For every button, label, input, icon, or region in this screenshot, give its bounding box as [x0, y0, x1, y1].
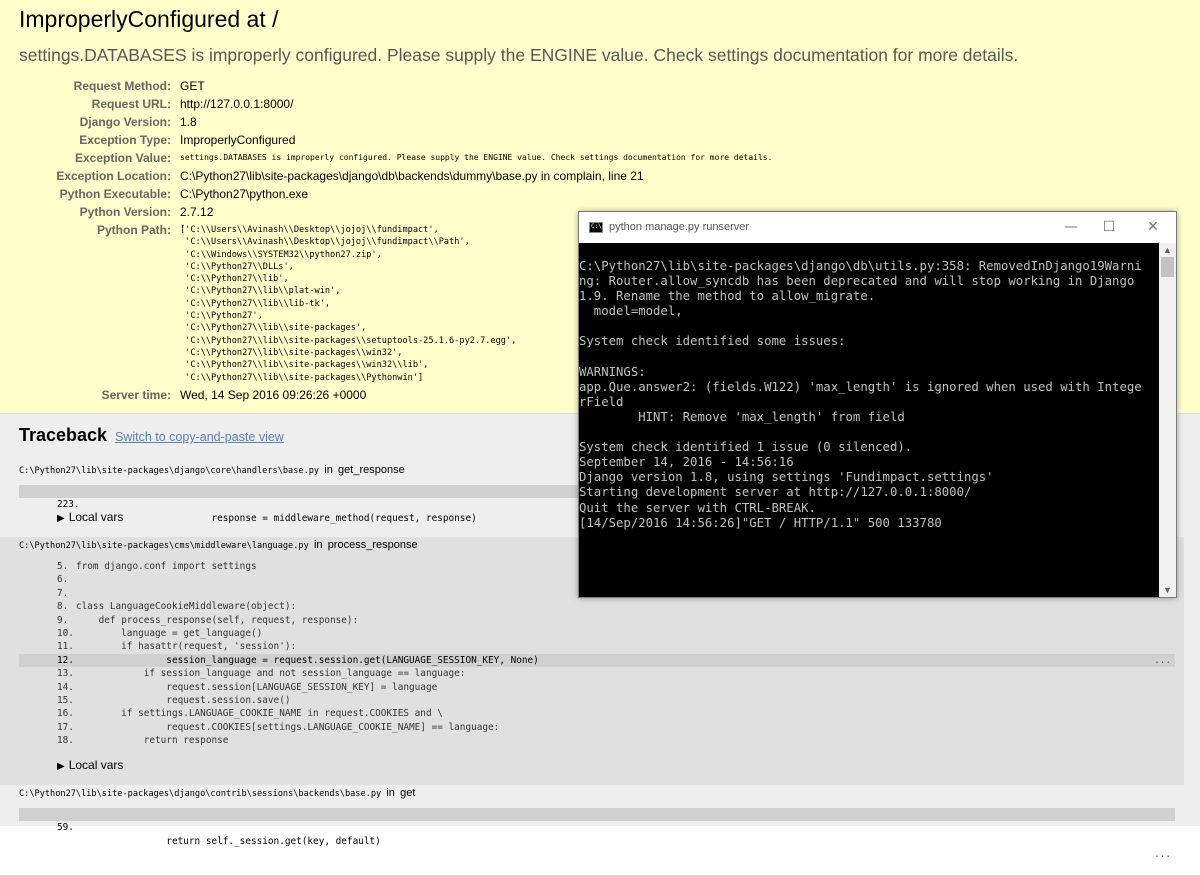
- line-number: 18.: [57, 735, 74, 747]
- meta-key: Request URL:: [91, 97, 171, 111]
- meta-value: C:\Python27\python.exe: [180, 187, 309, 201]
- code-line[interactable]: 17. request.COOKIES[settings.LANGUAGE_CO…: [19, 721, 1175, 734]
- close-button[interactable]: ✕: [1141, 216, 1165, 238]
- line-code: request.COOKIES[settings.LANGUAGE_COOKIE…: [76, 721, 500, 733]
- triangle-right-icon: ▶: [57, 761, 65, 772]
- python-path-value: ['C:\\Users\\Avinash\\Desktop\\jojoj\\fu…: [180, 225, 517, 383]
- line-code: def process_response(self, request, resp…: [76, 614, 359, 626]
- meta-value: settings.DATABASES is improperly configu…: [180, 153, 773, 162]
- line-number: 9.: [57, 614, 69, 626]
- triangle-right-icon: ▶: [57, 513, 65, 524]
- line-number: 5.: [57, 561, 69, 572]
- expand-dots[interactable]: ...: [1154, 848, 1171, 861]
- line-number: 15.: [57, 694, 74, 706]
- meta-key: Exception Location:: [56, 169, 171, 183]
- traceback-heading: Traceback: [19, 425, 108, 445]
- line-number: 59.: [57, 822, 74, 834]
- code-context[interactable]: 59. return self._session.get(key, defaul…: [19, 808, 1175, 860]
- console-window[interactable]: C:\ python manage.py runserver — ☐ ✕ C:\…: [578, 211, 1177, 598]
- meta-key: Python Version:: [79, 205, 171, 219]
- line-number: 7.: [57, 587, 69, 599]
- meta-key: Python Executable:: [59, 187, 171, 201]
- meta-key: Python Path:: [97, 223, 171, 237]
- meta-value: ImproperlyConfigured: [180, 133, 296, 147]
- scroll-thumb[interactable]: [1161, 257, 1174, 277]
- local-vars-toggle[interactable]: ▶ Local vars: [57, 758, 123, 772]
- code-line[interactable]: 10. language = get_language(): [19, 627, 1175, 640]
- meta-value: http://127.0.0.1:8000/: [180, 97, 294, 111]
- line-number: 17.: [57, 721, 74, 733]
- code-line-current[interactable]: 12. session_language = request.session.g…: [19, 653, 1175, 668]
- line-code: session_language = request.session.get(L…: [76, 654, 539, 666]
- code-line[interactable]: 13. if session_language and not session_…: [19, 667, 1175, 680]
- line-number: 8.: [57, 601, 69, 613]
- line-code: class LanguageCookieMiddleware(object):: [76, 601, 297, 613]
- local-vars-toggle[interactable]: ▶ Local vars: [57, 510, 123, 524]
- expand-dots[interactable]: ...: [1154, 654, 1171, 667]
- meta-value: C:\Python27\lib\site-packages\django\db\…: [180, 169, 644, 183]
- line-number: 16.: [57, 708, 74, 720]
- frame-in-word: in: [386, 787, 395, 799]
- line-number: 11.: [57, 641, 74, 653]
- meta-key: Server time:: [101, 388, 171, 402]
- meta-key: Exception Type:: [79, 133, 171, 147]
- meta-key: Exception Value:: [74, 151, 171, 165]
- meta-value: Wed, 14 Sep 2016 09:26:26 +0000: [180, 388, 367, 402]
- line-number: 12.: [57, 654, 74, 666]
- line-code: if session_language and not session_lang…: [76, 668, 466, 680]
- line-code: request.session.save(): [76, 694, 291, 706]
- code-line[interactable]: 18. return response: [19, 734, 1175, 747]
- frame-file: C:\Python27\lib\site-packages\cms\middle…: [19, 541, 309, 551]
- line-number: 10.: [57, 627, 74, 639]
- line-code: language = get_language(): [76, 627, 263, 639]
- line-code: return response: [76, 735, 229, 747]
- scroll-up-icon[interactable]: ▲: [1159, 245, 1176, 255]
- frame-path: C:\Python27\lib\site-packages\django\con…: [19, 787, 415, 799]
- error-subtitle: settings.DATABASES is improperly configu…: [19, 45, 1019, 65]
- line-number: 6.: [57, 574, 69, 586]
- meta-value: 2.7.12: [180, 205, 214, 219]
- console-output[interactable]: C:\Python27\lib\site-packages\django\db\…: [579, 243, 1159, 597]
- frame-in-word: in: [313, 539, 323, 551]
- switch-copy-paste-link[interactable]: Switch to copy-and-paste view: [115, 430, 284, 444]
- line-code: response = middleware_method(request, re…: [76, 512, 477, 524]
- console-text: C:\Python27\lib\site-packages\django\db\…: [579, 259, 1142, 530]
- line-code: if hasattr(request, 'session'):: [76, 641, 297, 653]
- local-vars-label: Local vars: [68, 758, 124, 772]
- code-line[interactable]: 9. def process_response(self, request, r…: [19, 614, 1175, 627]
- line-code: return self._session.get(key, default): [76, 835, 381, 847]
- meta-value: 1.8: [180, 115, 197, 129]
- frame-function: process_response: [327, 539, 418, 551]
- console-titlebar[interactable]: C:\ python manage.py runserver — ☐ ✕: [579, 212, 1176, 243]
- line-number: 14.: [57, 681, 74, 693]
- minimize-button[interactable]: —: [1059, 216, 1083, 238]
- meta-key: Request Method:: [73, 79, 171, 93]
- code-line-current[interactable]: 59. return self._session.get(key, defaul…: [19, 808, 1175, 860]
- code-line[interactable]: 14. request.session[LANGUAGE_SESSION_KEY…: [19, 681, 1175, 694]
- line-code: request.session[LANGUAGE_SESSION_KEY] = …: [76, 681, 438, 693]
- frame-function: get: [400, 787, 416, 799]
- frame-in-word: in: [324, 464, 333, 476]
- frame-path: C:\Python27\lib\site-packages\django\cor…: [19, 464, 405, 476]
- console-window-icon: C:\: [589, 222, 603, 233]
- frame-path: C:\Python27\lib\site-packages\cms\middle…: [19, 539, 418, 551]
- console-title: python manage.py runserver: [609, 221, 750, 233]
- code-line[interactable]: 16. if settings.LANGUAGE_COOKIE_NAME in …: [19, 707, 1175, 720]
- code-line[interactable]: 15. request.session.save(): [19, 694, 1175, 707]
- line-code: from django.conf import settings: [76, 561, 257, 572]
- local-vars-label: Local vars: [68, 510, 124, 524]
- console-scrollbar[interactable]: ▲ ▼: [1159, 243, 1176, 597]
- meta-key: Django Version:: [79, 115, 171, 129]
- code-line[interactable]: 11. if hasattr(request, 'session'):: [19, 640, 1175, 653]
- code-line[interactable]: 8. class LanguageCookieMiddleware(object)…: [19, 600, 1175, 613]
- line-number: 13.: [57, 668, 74, 680]
- maximize-button[interactable]: ☐: [1097, 216, 1121, 238]
- scroll-down-icon[interactable]: ▼: [1159, 585, 1176, 595]
- line-code: if settings.LANGUAGE_COOKIE_NAME in requ…: [76, 708, 443, 720]
- frame-file: C:\Python27\lib\site-packages\django\cor…: [19, 466, 320, 476]
- frame-file: C:\Python27\lib\site-packages\django\con…: [19, 789, 382, 799]
- meta-value: GET: [180, 79, 205, 93]
- frame-function: get_response: [338, 464, 405, 476]
- error-title: ImproperlyConfigured at /: [19, 6, 279, 32]
